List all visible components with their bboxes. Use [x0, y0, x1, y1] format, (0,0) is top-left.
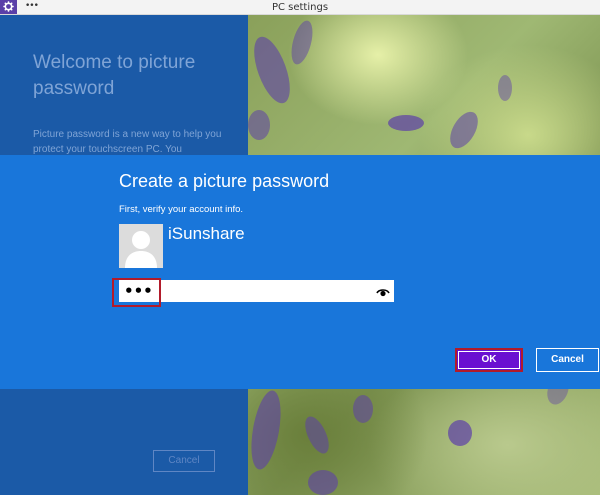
dialog-title: Create a picture password	[119, 171, 330, 191]
background-cancel-button[interactable]: Cancel	[153, 450, 215, 472]
welcome-title: Welcome to picture password	[33, 52, 196, 99]
cancel-button[interactable]: Cancel	[536, 348, 599, 372]
ok-button[interactable]: OK	[455, 348, 523, 372]
window-title: PC settings	[271, 2, 329, 13]
welcome-description: Picture password is a new way to help yo…	[33, 129, 222, 155]
eye-icon[interactable]	[376, 284, 390, 298]
dialog-subtitle: First, verify your account info.	[119, 204, 244, 215]
picture-password-dialog: Create a picture password First, verify …	[0, 155, 600, 389]
title-bar: ••• PC settings	[0, 0, 600, 15]
password-highlight-box	[112, 278, 161, 307]
user-name: iSunshare	[168, 224, 245, 243]
user-avatar-icon	[119, 224, 163, 268]
